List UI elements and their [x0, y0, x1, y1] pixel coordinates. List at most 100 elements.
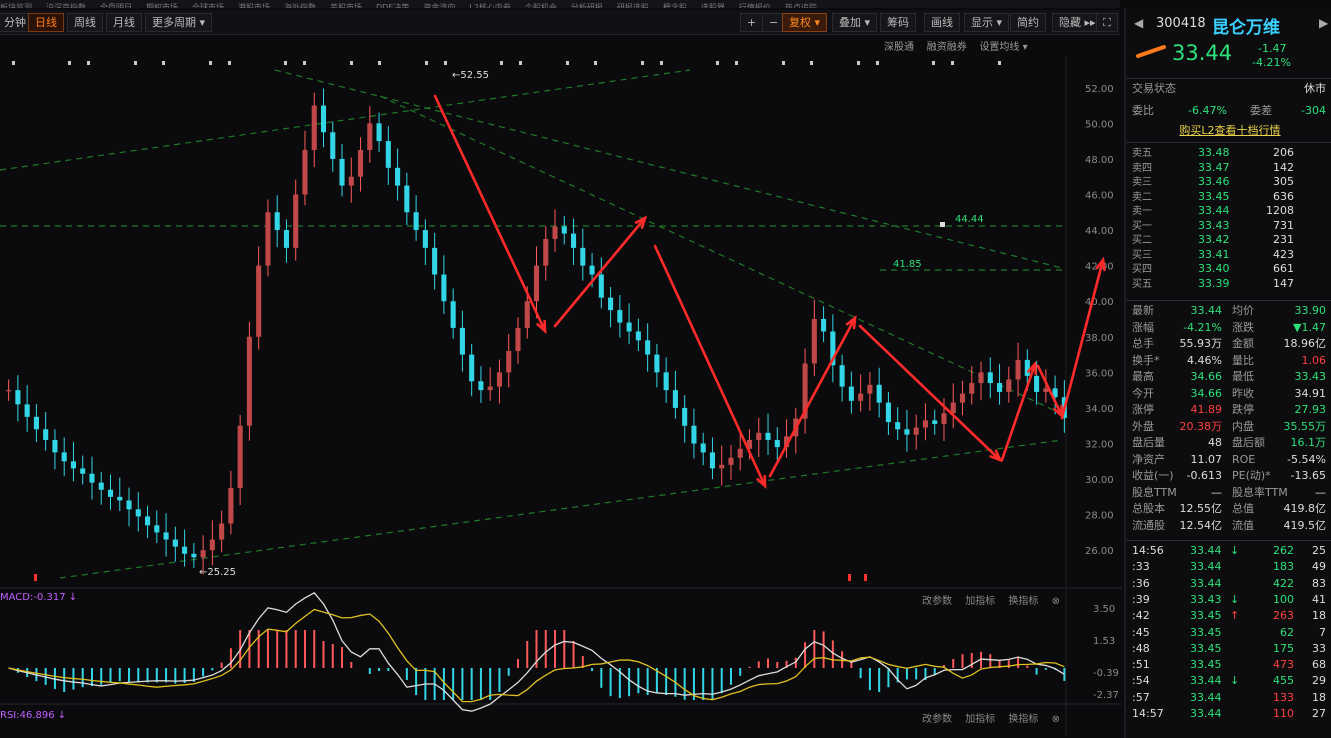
- stat-row: 涨幅 -4.21% 涨跌 ▼1.47: [1132, 320, 1326, 334]
- prev-stock-icon[interactable]: ◀: [1134, 16, 1143, 30]
- ma-setting-button[interactable]: 设置均线 ▾: [979, 42, 1027, 53]
- top-menu-item[interactable]: DDE决策: [376, 4, 409, 9]
- toolbar-button-5[interactable]: 画线: [924, 13, 960, 32]
- event-marker: [378, 61, 381, 65]
- tick-row: :36 33.44 422 83: [1132, 576, 1326, 590]
- top-menu-item[interactable]: 概念股: [663, 4, 687, 9]
- switch-indicator-button[interactable]: 换指标: [1008, 596, 1038, 607]
- macd-tick: -2.37: [1093, 690, 1119, 701]
- stock-code: 300418: [1156, 16, 1206, 31]
- y-tick-label: 50.00: [1085, 119, 1114, 130]
- price-change-pct: -4.21%: [1252, 56, 1291, 69]
- chart-subbar: 深股通 融资融券 设置均线 ▾: [884, 38, 1028, 53]
- tick-row: 14:56 33.44 ↓ 262 25: [1132, 544, 1326, 557]
- sgt-link[interactable]: 深股通: [884, 42, 914, 53]
- candle-body: [52, 439, 58, 453]
- macd-tick: 1.53: [1093, 636, 1115, 647]
- macd-label: MACD:-0.317 ↓: [0, 592, 78, 603]
- stat-row: 总股本 12.55亿 总值 419.8亿: [1132, 502, 1326, 515]
- event-marker: [209, 61, 212, 65]
- top-menu-item[interactable]: 热点追踪: [785, 4, 817, 9]
- candle-body: [672, 390, 678, 408]
- tick-row: :39 33.43 ↓ 100 41: [1132, 592, 1326, 606]
- top-menu-item[interactable]: 期权市场: [146, 4, 178, 9]
- top-menu-item[interactable]: 资金流向: [423, 4, 455, 9]
- period-prefix[interactable]: 分钟: [0, 13, 31, 32]
- add-indicator-button[interactable]: 加指标: [965, 596, 995, 607]
- top-menu-item[interactable]: 美股市场: [330, 4, 362, 9]
- candle-body: [6, 390, 12, 392]
- close-icon[interactable]: ⊗: [1052, 596, 1060, 607]
- top-menu-item[interactable]: 研报选股: [617, 4, 649, 9]
- candle-body: [913, 427, 919, 435]
- y-tick-label: 30.00: [1085, 475, 1114, 486]
- next-stock-icon[interactable]: ▶: [1319, 16, 1328, 30]
- stat-row: 今开 34.66 昨收 34.91: [1132, 386, 1326, 400]
- toolbar-button-0[interactable]: +: [740, 13, 764, 32]
- toolbar-button-9[interactable]: ⛶: [1096, 13, 1118, 32]
- candle-body: [1024, 359, 1030, 376]
- high-annotation: ←52.55: [452, 70, 489, 81]
- toolbar-button-6[interactable]: 显示 ▾: [964, 13, 1010, 32]
- switch-indicator-button[interactable]: 换指标: [1008, 714, 1038, 725]
- y-tick-label: 36.00: [1085, 368, 1114, 379]
- candle-body: [626, 322, 632, 332]
- analysis-arrow: [653, 244, 767, 488]
- top-menu-item[interactable]: 港股市场: [238, 4, 270, 9]
- toolbar-button-8[interactable]: 隐藏 ▸▸: [1052, 13, 1103, 32]
- event-marker: [735, 61, 738, 65]
- close-icon[interactable]: ⊗: [1052, 714, 1060, 725]
- candle-body: [246, 336, 252, 426]
- edit-params-button[interactable]: 改参数: [922, 596, 952, 607]
- candle-body: [404, 185, 410, 213]
- event-marker: [134, 61, 137, 65]
- toolbar-button-4[interactable]: 筹码: [880, 13, 916, 32]
- top-menu-item[interactable]: 个股机会: [525, 4, 557, 9]
- top-menu-item[interactable]: L2核心内参: [469, 4, 511, 9]
- candle-body: [80, 468, 86, 474]
- price-change: -1.47: [1258, 42, 1287, 55]
- candle-body: [533, 265, 540, 302]
- event-marker: [350, 61, 353, 65]
- stat-row: 盘后量 48 盘后额 16.1万: [1132, 436, 1326, 449]
- period-tab-3[interactable]: 更多周期 ▾: [145, 13, 213, 32]
- top-menu-item[interactable]: 全球市场: [192, 4, 224, 9]
- top-menu-item[interactable]: 沪深京指数: [46, 4, 86, 9]
- stock-name: 昆仑万维: [1212, 18, 1280, 38]
- toolbar-button-2[interactable]: 复权 ▾: [782, 13, 828, 32]
- ask-row: 卖五 33.48 206: [1132, 146, 1294, 159]
- add-indicator-button[interactable]: 加指标: [965, 714, 995, 725]
- stat-row: 流通股 12.54亿 流值 419.5亿: [1132, 518, 1326, 532]
- event-marker: [594, 61, 597, 65]
- toolbar-button-7[interactable]: 简约: [1010, 13, 1046, 32]
- top-menu-item[interactable]: 行情报价: [739, 4, 771, 9]
- period-tab-2[interactable]: 月线: [106, 13, 142, 32]
- candle-body: [728, 457, 734, 465]
- top-menu-item[interactable]: 全盘明日: [100, 4, 132, 9]
- tick-row: :57 33.44 133 18: [1132, 690, 1326, 704]
- event-marker: [641, 61, 644, 65]
- candle-body: [987, 372, 993, 384]
- kline-chart[interactable]: 52.0050.0048.0046.0044.0042.0040.0038.00…: [0, 56, 1122, 736]
- toolbar-button-3[interactable]: 叠加 ▾: [832, 13, 878, 32]
- top-menu-item[interactable]: 海外指数: [284, 4, 316, 9]
- event-marker: [444, 61, 447, 65]
- buy-l2-link[interactable]: 购买L2查看十档行情: [1132, 124, 1328, 137]
- top-menu-item[interactable]: 板块监测: [0, 4, 32, 9]
- macd-tick: 3.50: [1093, 604, 1115, 615]
- edit-params-button[interactable]: 改参数: [922, 714, 952, 725]
- candle-body: [858, 393, 864, 401]
- stat-row: 最高 34.66 最低 33.43: [1132, 370, 1326, 383]
- top-menu-item[interactable]: 分析研报: [571, 4, 603, 9]
- event-marker: [12, 61, 15, 65]
- candle-body: [487, 386, 493, 391]
- candle-body: [43, 429, 49, 440]
- period-tab-0[interactable]: 日线: [28, 13, 64, 32]
- top-menu-item[interactable]: 选股器: [701, 4, 725, 9]
- margin-link[interactable]: 融资融券: [927, 42, 967, 53]
- y-tick-label: 44.00: [1085, 226, 1114, 237]
- period-tab-1[interactable]: 周线: [67, 13, 103, 32]
- y-tick-label: 28.00: [1085, 511, 1114, 522]
- candle-body: [506, 351, 512, 373]
- candle-body: [441, 274, 447, 302]
